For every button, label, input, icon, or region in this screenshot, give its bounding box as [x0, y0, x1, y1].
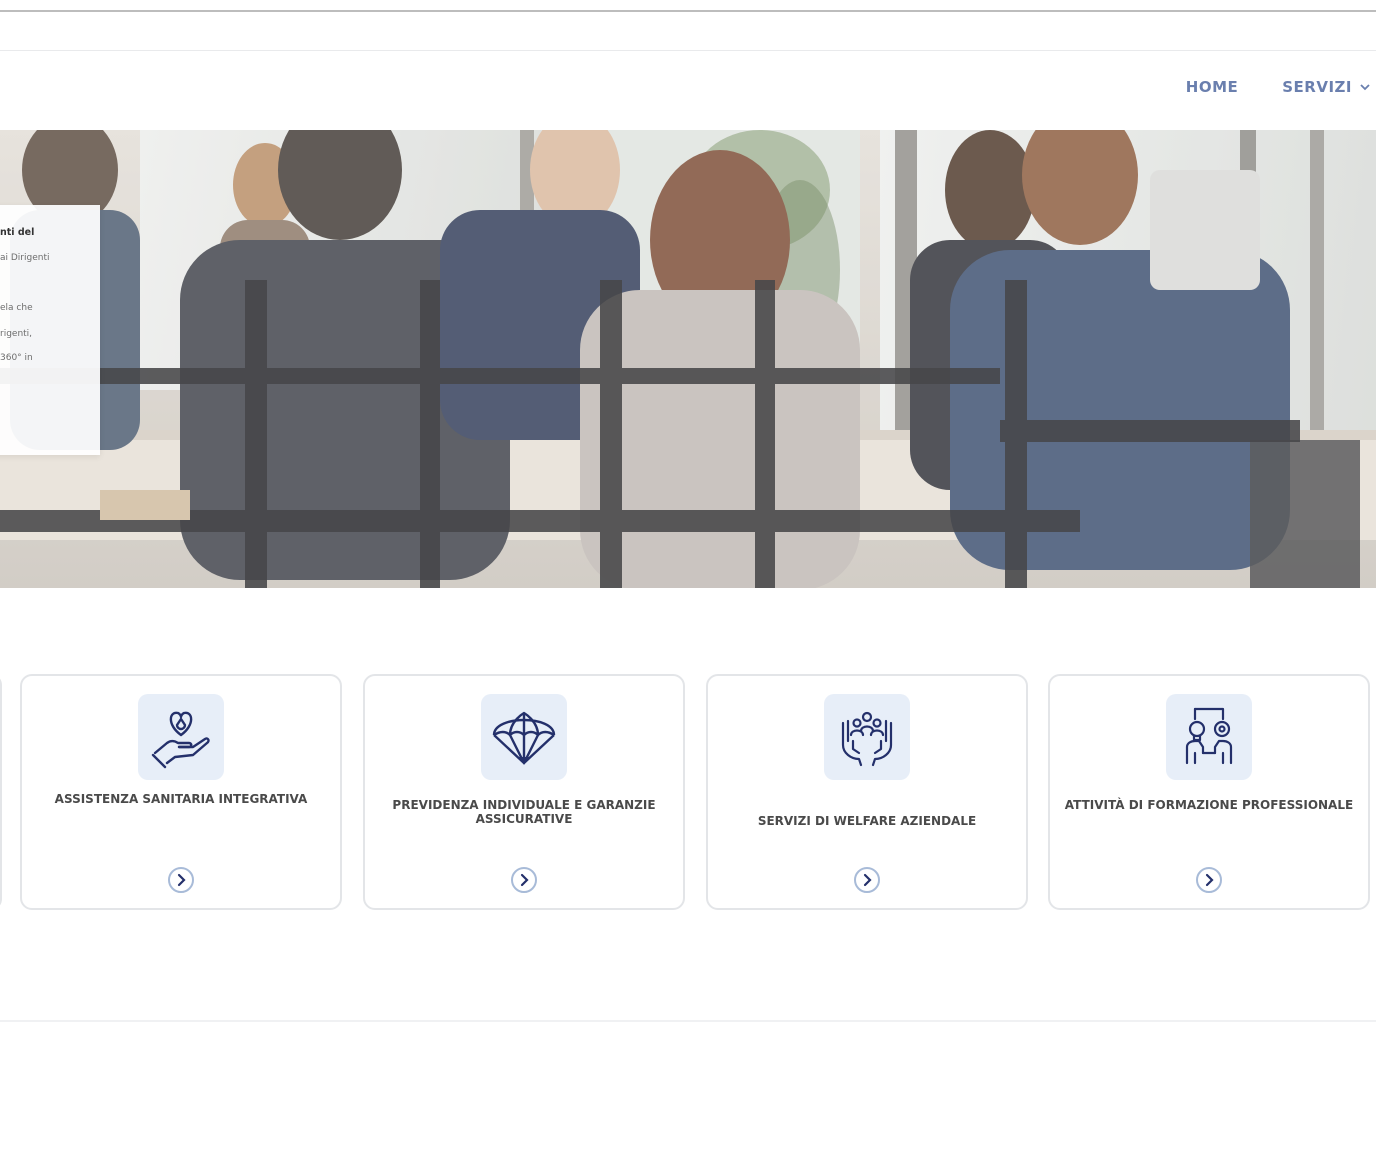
hero-card-line: nti del: [0, 227, 35, 238]
arrow-right-circle-icon[interactable]: [167, 866, 195, 894]
card-icon-box: [824, 694, 910, 780]
service-card-previdenza[interactable]: PREVIDENZA INDIVIDUALE E GARANZIE ASSICU…: [363, 674, 685, 910]
top-divider: [0, 10, 1376, 12]
training-icon: [1185, 707, 1233, 765]
parachute-icon: [492, 711, 556, 765]
card-title: ASSISTENZA SANITARIA INTEGRATIVA: [54, 792, 308, 806]
hero-image: nti del ai Dirigenti ela che rigenti, 36…: [0, 130, 1376, 588]
card-icon-box: [481, 694, 567, 780]
heart-hand-icon: [151, 711, 210, 769]
hero-text-card: nti del ai Dirigenti ela che rigenti, 36…: [0, 205, 100, 455]
hero-card-line: ai Dirigenti: [0, 253, 50, 263]
hands-people-icon: [841, 711, 893, 767]
nav-home[interactable]: HOME: [1186, 78, 1238, 96]
footer-divider: [0, 1020, 1376, 1022]
card-icon-box: [1166, 694, 1252, 780]
main-nav: HOME SERVIZI: [1186, 78, 1376, 96]
hero-card-line: ela che: [0, 303, 33, 313]
nav-servizi[interactable]: SERVIZI: [1282, 78, 1370, 96]
service-card-sanitaria[interactable]: ASSISTENZA SANITARIA INTEGRATIVA: [20, 674, 342, 910]
card-title: PREVIDENZA INDIVIDUALE E GARANZIE ASSICU…: [392, 798, 656, 826]
service-card-formazione[interactable]: ATTIVITÀ DI FORMAZIONE PROFESSIONALE: [1048, 674, 1370, 910]
service-card-welfare[interactable]: SERVIZI DI WELFARE AZIENDALE: [706, 674, 1028, 910]
hero-card-line: 360° in: [0, 353, 33, 363]
card-icon-box: [138, 694, 224, 780]
arrow-right-circle-icon[interactable]: [510, 866, 538, 894]
meeting-photo: [0, 130, 1376, 588]
hero-card-line: rigenti,: [0, 329, 33, 339]
nav-servizi-label: SERVIZI: [1282, 78, 1352, 96]
header-divider: [0, 50, 1376, 51]
page: HOME SERVIZI nti del ai Dirigenti ela ch…: [0, 0, 1376, 1169]
arrow-right-circle-icon[interactable]: [853, 866, 881, 894]
card-title: SERVIZI DI WELFARE AZIENDALE: [757, 814, 977, 828]
arrow-right-circle-icon[interactable]: [1195, 866, 1223, 894]
service-card-partial[interactable]: [0, 674, 2, 910]
card-title: ATTIVITÀ DI FORMAZIONE PROFESSIONALE: [1064, 798, 1354, 812]
chevron-down-icon: [1360, 84, 1370, 91]
